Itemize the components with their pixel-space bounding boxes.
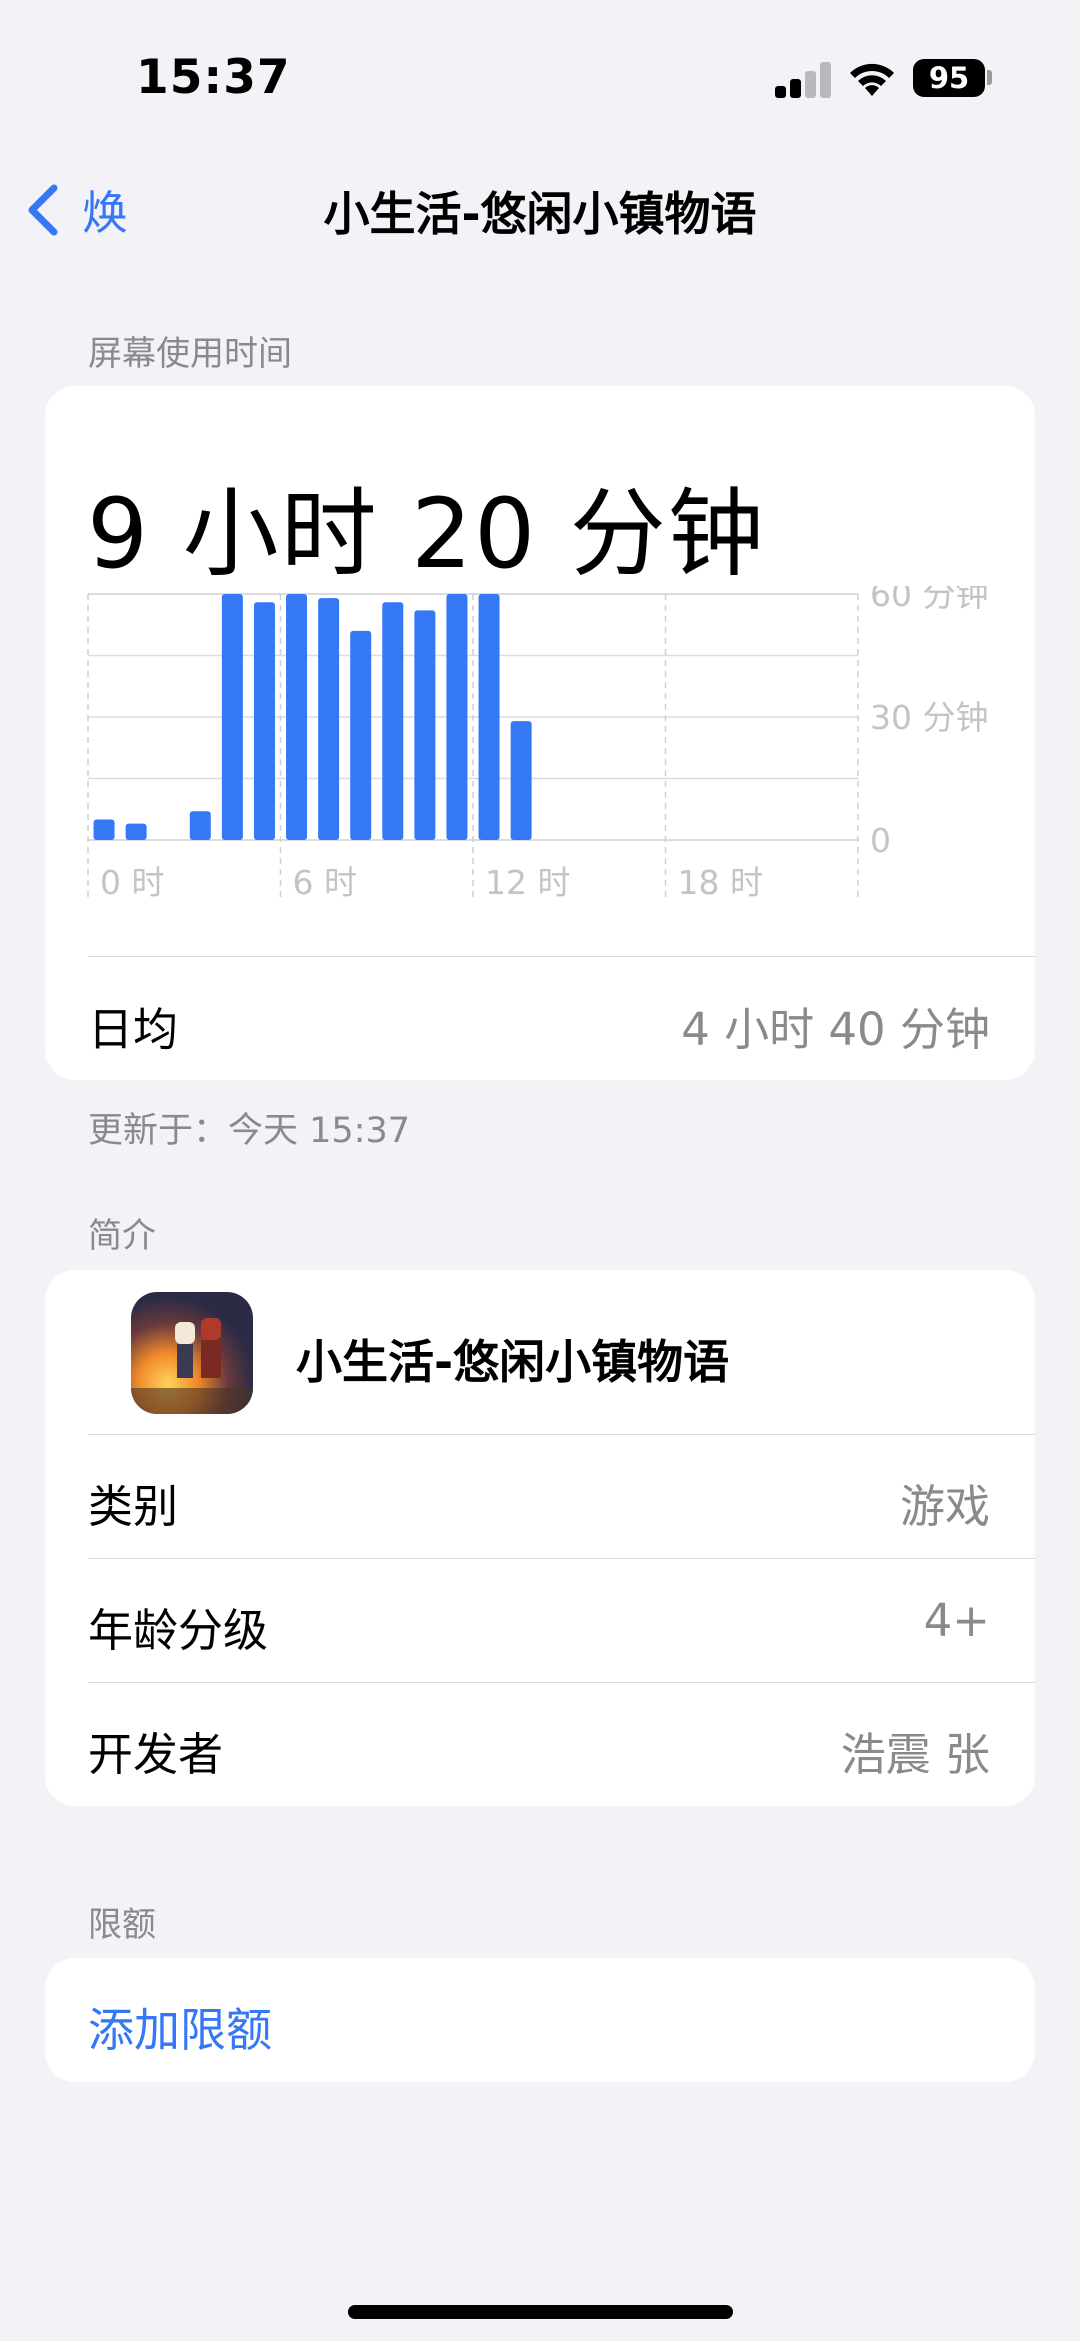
chart-x-tick-label: 0 时 (100, 863, 165, 902)
age-rating-row: 年龄分级 4+ (88, 1558, 1035, 1682)
limits-header: 限额 (88, 1905, 156, 1945)
chart-bar (189, 811, 211, 840)
chart-bar (414, 610, 436, 840)
chart-bar (253, 602, 275, 840)
chart-bar (382, 602, 404, 840)
daily-average-row: 日均 4 小时 40 分钟 (88, 956, 1035, 1080)
developer-row: 开发者 浩震 张 (88, 1682, 1035, 1806)
row-divider (88, 1558, 1035, 1559)
screen-time-header: 屏幕使用时间 (88, 334, 292, 374)
wifi-icon (850, 63, 894, 96)
total-usage: 9 小时 20 分钟 (87, 478, 766, 590)
category-label: 类别 (88, 1480, 179, 1533)
screen-time-card: 9 小时 20 分钟 60 分钟 30 分钟 0 0 时 6 时 12 时 18 时 日均 … (45, 386, 1035, 1080)
age-rating-label: 年龄分级 (88, 1604, 269, 1657)
add-limit-button[interactable]: 添加限额 (88, 1994, 272, 2060)
battery-tip (987, 70, 992, 85)
chart-y-tick-label: 60 分钟 (870, 586, 988, 614)
developer-value: 浩震 张 (840, 1728, 990, 1781)
chart-x-tick-label: 12 时 (485, 863, 570, 902)
chart-x-tick-label: 6 时 (293, 863, 358, 902)
daily-average-value: 4 小时 40 分钟 (681, 1003, 990, 1056)
updated-timestamp: 更新于：今天 15:37 (88, 1111, 410, 1151)
chart-bar (510, 721, 532, 840)
limits-card: 添加限额 (45, 1958, 1035, 2082)
home-indicator[interactable] (348, 2305, 733, 2319)
battery-icon: 95 (913, 59, 985, 97)
category-value: 游戏 (899, 1480, 990, 1533)
developer-label: 开发者 (88, 1728, 224, 1781)
status-time: 15:37 (136, 50, 291, 105)
chart-y-tick-label: 0 (870, 821, 891, 860)
usage-chart: 60 分钟 30 分钟 0 0 时 6 时 12 时 18 时 (87, 586, 988, 902)
chart-bar (93, 819, 115, 840)
about-card: 小生活-悠闲小镇物语 类别 游戏 年龄分级 4+ 开发者 浩震 张 (45, 1270, 1035, 1806)
chart-x-tick-label: 18 时 (678, 863, 763, 902)
chart-bar (318, 598, 340, 840)
app-icon (131, 1292, 253, 1414)
row-divider (88, 1434, 1035, 1435)
chart-bar (350, 630, 372, 840)
chart-y-tick-label: 30 分钟 (870, 698, 988, 737)
age-rating-value: 4+ (923, 1594, 990, 1647)
daily-average-label: 日均 (88, 1003, 179, 1056)
about-header: 简介 (88, 1216, 156, 1256)
chart-bar (286, 594, 308, 840)
page-title: 小生活-悠闲小镇物语 (323, 187, 757, 241)
chart-bar (446, 594, 468, 840)
chart-bar (478, 594, 500, 840)
chart-bar (125, 823, 147, 840)
row-divider (88, 1682, 1035, 1683)
cellular-signal-icon (775, 62, 831, 98)
category-row: 类别 游戏 (88, 1434, 1035, 1558)
battery-level: 95 (928, 61, 970, 95)
app-name: 小生活-悠闲小镇物语 (296, 1335, 730, 1389)
chart-bar (221, 594, 243, 840)
app-row: 小生活-悠闲小镇物语 (88, 1270, 1035, 1434)
